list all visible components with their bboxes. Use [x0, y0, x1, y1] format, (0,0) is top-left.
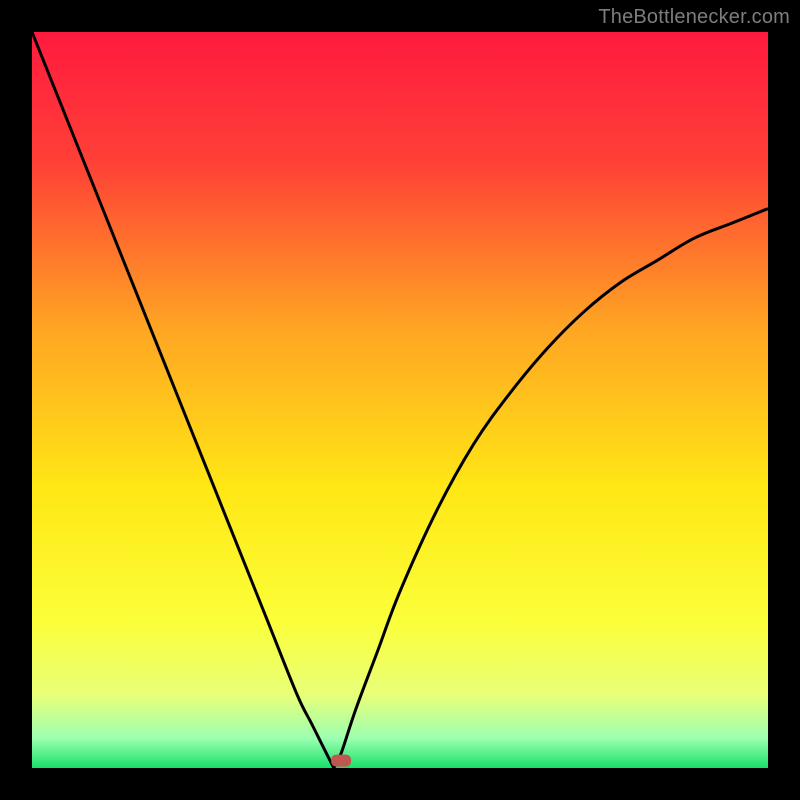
- plot-area: [32, 32, 768, 768]
- chart-frame: TheBottlenecker.com: [0, 0, 800, 800]
- vertex-marker: [331, 755, 351, 767]
- gradient-background: [32, 32, 768, 768]
- attribution-text: TheBottlenecker.com: [598, 6, 790, 29]
- bottleneck-chart: [32, 32, 768, 768]
